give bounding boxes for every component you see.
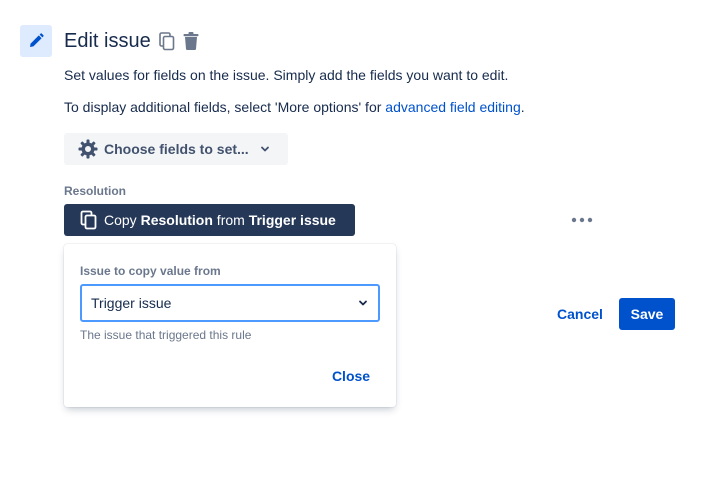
copy-icon (80, 210, 98, 230)
issue-source-value: Trigger issue (91, 295, 172, 311)
copy-icon[interactable] (158, 31, 176, 51)
title-actions (158, 31, 200, 51)
copy-source-name: Trigger issue (248, 212, 336, 228)
description-text: To display additional fields, select 'Mo… (64, 99, 386, 115)
trash-icon[interactable] (182, 31, 200, 51)
advanced-field-editing-link[interactable]: advanced field editing (385, 99, 520, 115)
edit-issue-panel: Edit issue Set values for fields on the … (0, 0, 714, 502)
issue-to-copy-label: Issue to copy value from (80, 264, 221, 278)
chevron-down-icon (259, 143, 271, 155)
close-button[interactable]: Close (322, 362, 380, 390)
copy-resolution-text: Copy Resolution from Trigger issue (104, 212, 336, 228)
page-title: Edit issue (64, 30, 151, 52)
description-line-2: To display additional fields, select 'Mo… (64, 98, 525, 116)
copy-prefix: Copy (104, 212, 141, 228)
save-button[interactable]: Save (619, 298, 675, 330)
chevron-down-icon (348, 297, 378, 309)
gear-icon (78, 139, 98, 159)
copy-value-popup: Issue to copy value from Trigger issue T… (64, 244, 396, 407)
description-line-1: Set values for fields on the issue. Simp… (64, 67, 509, 83)
issue-source-select[interactable]: Trigger issue (80, 284, 380, 322)
choose-fields-button[interactable]: Choose fields to set... (64, 133, 288, 165)
copy-resolution-button[interactable]: Copy Resolution from Trigger issue (64, 204, 355, 236)
more-horizontal-icon[interactable] (566, 208, 598, 232)
cancel-button[interactable]: Cancel (548, 298, 612, 330)
resolution-label: Resolution (64, 184, 126, 198)
helper-text: The issue that triggered this rule (80, 328, 252, 342)
copy-middle: from (212, 212, 249, 228)
description-suffix: . (520, 99, 525, 115)
copy-field-name: Resolution (140, 212, 213, 228)
choose-fields-label: Choose fields to set... (104, 141, 249, 157)
pencil-icon (20, 25, 52, 57)
